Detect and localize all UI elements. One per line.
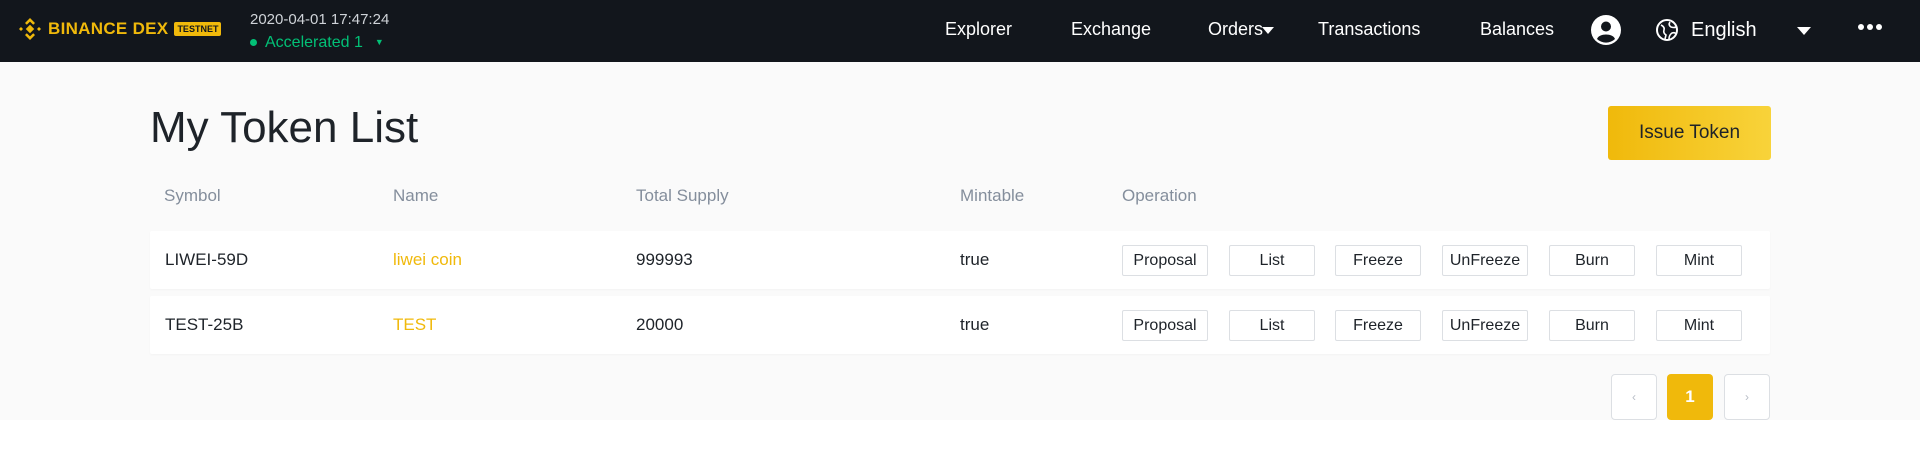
nav-orders[interactable]: Orders xyxy=(1208,17,1263,41)
network-status-label: Accelerated 1 xyxy=(265,34,363,51)
pagination-next-button[interactable]: › xyxy=(1724,374,1770,420)
language-selector[interactable]: English xyxy=(1691,18,1757,42)
more-icon[interactable] xyxy=(1858,24,1882,30)
more-dot xyxy=(1858,24,1864,30)
status-dot-icon xyxy=(250,39,257,46)
list-button[interactable]: List xyxy=(1229,245,1315,276)
token-mintable: true xyxy=(960,250,990,269)
issue-token-button[interactable]: Issue Token xyxy=(1608,106,1771,160)
network-info: 2020-04-01 17:47:24 Accelerated 1 ▼ xyxy=(250,10,389,52)
more-dot xyxy=(1876,24,1882,30)
pagination-prev-button[interactable]: ‹ xyxy=(1611,374,1657,420)
nav-explorer[interactable]: Explorer xyxy=(945,17,1012,41)
nav-exchange[interactable]: Exchange xyxy=(1071,17,1151,41)
burn-button[interactable]: Burn xyxy=(1549,245,1635,276)
nav-balances[interactable]: Balances xyxy=(1480,17,1554,41)
burn-button[interactable]: Burn xyxy=(1549,310,1635,341)
brand-name: BINANCE DEX xyxy=(48,19,169,38)
freeze-button[interactable]: Freeze xyxy=(1335,310,1421,341)
token-symbol: LIWEI-59D xyxy=(165,250,249,269)
table-row: TEST-25B TEST 20000 true Proposal List F… xyxy=(150,296,1770,354)
token-mintable: true xyxy=(960,315,990,334)
network-status-selector[interactable]: Accelerated 1 ▼ xyxy=(250,33,389,52)
more-dot xyxy=(1867,24,1873,30)
header-symbol: Symbol xyxy=(164,186,221,205)
page-title: My Token List xyxy=(150,103,419,152)
proposal-button[interactable]: Proposal xyxy=(1122,310,1208,341)
freeze-button[interactable]: Freeze xyxy=(1335,245,1421,276)
header-operation: Operation xyxy=(1122,186,1197,205)
unfreeze-button[interactable]: UnFreeze xyxy=(1442,310,1528,341)
binance-logo-icon xyxy=(19,18,41,40)
mint-button[interactable]: Mint xyxy=(1656,310,1742,341)
header-mintable: Mintable xyxy=(960,186,1025,205)
header-total-supply: Total Supply xyxy=(636,186,729,205)
token-name-link[interactable]: liwei coin xyxy=(393,249,462,271)
table-row: LIWEI-59D liwei coin 999993 true Proposa… xyxy=(150,231,1770,289)
token-total-supply: 20000 xyxy=(636,315,684,334)
pagination-page-1[interactable]: 1 xyxy=(1667,374,1713,420)
language-caret-down-icon[interactable] xyxy=(1797,27,1811,35)
token-symbol: TEST-25B xyxy=(165,315,244,334)
network-time: 2020-04-01 17:47:24 xyxy=(250,11,390,28)
token-name-link[interactable]: TEST xyxy=(393,314,436,336)
user-icon[interactable] xyxy=(1591,15,1621,45)
proposal-button[interactable]: Proposal xyxy=(1122,245,1208,276)
caret-down-icon: ▼ xyxy=(374,37,384,47)
header-name: Name xyxy=(393,186,439,205)
brand[interactable]: BINANCE DEX TESTNET xyxy=(18,15,222,43)
globe-icon[interactable] xyxy=(1656,19,1678,41)
top-navbar: BINANCE DEX TESTNET 2020-04-01 17:47:24 … xyxy=(0,0,1920,62)
list-button[interactable]: List xyxy=(1229,310,1315,341)
nav-transactions[interactable]: Transactions xyxy=(1318,17,1420,41)
orders-caret-down-icon[interactable] xyxy=(1262,27,1274,34)
testnet-badge: TESTNET xyxy=(174,22,222,36)
unfreeze-button[interactable]: UnFreeze xyxy=(1442,245,1528,276)
mint-button[interactable]: Mint xyxy=(1656,245,1742,276)
token-total-supply: 999993 xyxy=(636,250,693,269)
